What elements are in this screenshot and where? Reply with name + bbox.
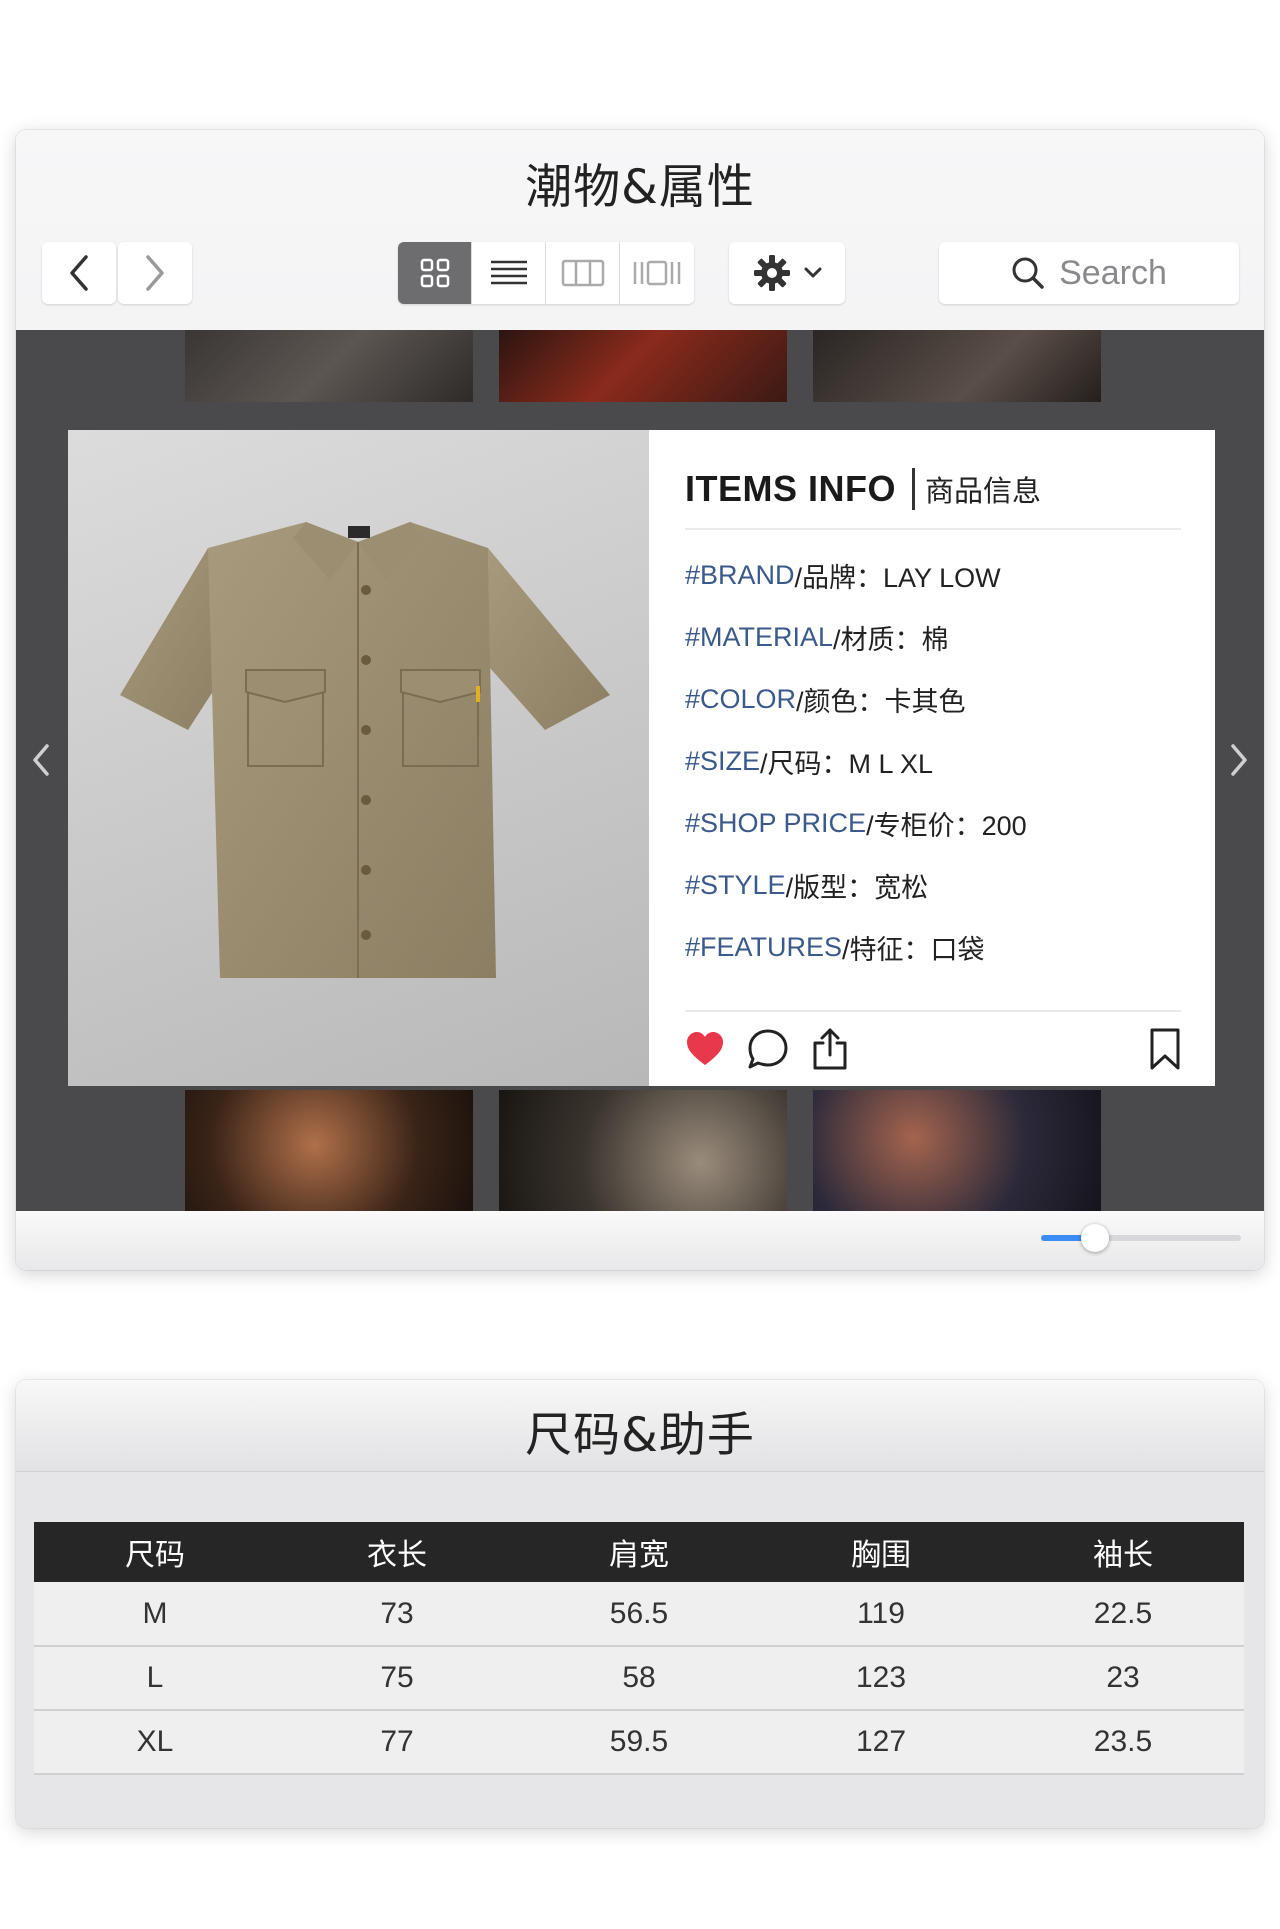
product-window: 潮物&属性 Search ITEMS INFO 商品信息 #BRAND /品牌：… [16, 130, 1264, 1270]
table-cell: 58 [518, 1646, 760, 1711]
grid-view-button[interactable] [398, 242, 472, 304]
gallery-thumbnail[interactable] [813, 1090, 1101, 1211]
share-icon[interactable] [811, 1027, 849, 1071]
attribute-row: #SIZE/尺码：M L XL [685, 730, 1181, 792]
table-cell: XL [34, 1710, 276, 1775]
attribute-key[interactable]: #SHOP PRICE [685, 808, 866, 839]
gear-icon [754, 255, 790, 291]
attribute-row: #STYLE/版型：宽松 [685, 854, 1181, 916]
chevron-left-icon [33, 744, 49, 776]
comment-icon[interactable] [747, 1028, 789, 1070]
attribute-row: #MATERIAL/材质：棉 [685, 606, 1181, 668]
chevron-right-icon [1231, 744, 1247, 776]
heart-icon[interactable] [685, 1031, 725, 1067]
gallery-thumbnail[interactable] [499, 330, 787, 402]
table-row: XL 77 59.5 127 23.5 [34, 1710, 1244, 1775]
size-window: 尺码&助手 尺码 衣长 肩宽 胸围 袖长 M 73 56.5 119 22.5 … [16, 1380, 1264, 1828]
table-cell: 119 [760, 1582, 1002, 1647]
attribute-key[interactable]: #SIZE [685, 746, 760, 777]
table-cell: 59.5 [518, 1710, 760, 1775]
attribute-key[interactable]: #BRAND [685, 560, 795, 591]
table-row: L 75 58 123 23 [34, 1646, 1244, 1711]
table-cell: 23.5 [1002, 1710, 1244, 1775]
items-info-header: ITEMS INFO 商品信息 [685, 468, 1181, 530]
list-view-icon [490, 260, 527, 285]
table-cell: L [34, 1646, 276, 1711]
gallery-content: ITEMS INFO 商品信息 #BRAND/品牌：LAY LOW #MATER… [16, 330, 1264, 1211]
attribute-row: #BRAND/品牌：LAY LOW [685, 544, 1181, 606]
column-view-button[interactable] [546, 242, 620, 304]
next-item-button[interactable] [1224, 730, 1254, 790]
search-input[interactable]: Search [939, 242, 1239, 304]
gallery-thumbnail[interactable] [499, 1090, 787, 1211]
table-cell: 23 [1002, 1646, 1244, 1711]
zoom-slider-knob[interactable] [1081, 1224, 1109, 1252]
product-image [68, 430, 649, 1086]
table-cell: M [34, 1582, 276, 1647]
table-header-row: 尺码 衣长 肩宽 胸围 袖长 [34, 1522, 1244, 1582]
column-header: 衣长 [276, 1522, 518, 1582]
zoom-slider[interactable] [1041, 1224, 1241, 1252]
chevron-left-icon [70, 255, 88, 291]
attribute-value: /品牌：LAY LOW [794, 562, 1001, 593]
chevron-down-icon [804, 267, 822, 278]
items-info-panel: ITEMS INFO 商品信息 #BRAND/品牌：LAY LOW #MATER… [649, 430, 1215, 1086]
nav-buttons [42, 242, 192, 304]
table-cell: 127 [760, 1710, 1002, 1775]
window-title: 潮物&属性 [525, 160, 755, 215]
size-table: 尺码 衣长 肩宽 胸围 袖长 M 73 56.5 119 22.5 L 75 5… [34, 1522, 1244, 1775]
previous-item-button[interactable] [26, 730, 56, 790]
gallery-thumbnail[interactable] [813, 330, 1101, 402]
attribute-key[interactable]: #FEATURES [685, 932, 842, 963]
attribute-key[interactable]: #MATERIAL [685, 622, 833, 653]
gallery-thumbnail[interactable] [185, 330, 473, 402]
column-header: 胸围 [760, 1522, 1002, 1582]
column-view-icon [561, 259, 604, 287]
forward-button[interactable] [118, 242, 192, 304]
attribute-row: #FEATURES/特征：口袋 [685, 916, 1181, 978]
product-card: ITEMS INFO 商品信息 #BRAND/品牌：LAY LOW #MATER… [68, 430, 1215, 1086]
shirt-image [120, 522, 610, 978]
attribute-row: #COLOR/颜色：卡其色 [685, 668, 1181, 730]
column-header: 尺码 [34, 1522, 276, 1582]
bookmark-icon[interactable] [1149, 1027, 1181, 1071]
search-placeholder: Search [1059, 253, 1167, 292]
card-actions [685, 1010, 1181, 1086]
list-view-button[interactable] [472, 242, 546, 304]
view-mode-switcher [398, 242, 694, 304]
table-cell: 22.5 [1002, 1582, 1244, 1647]
table-cell: 56.5 [518, 1582, 760, 1647]
column-header: 肩宽 [518, 1522, 760, 1582]
table-cell: 77 [276, 1710, 518, 1775]
window-footer [16, 1211, 1264, 1270]
attribute-key[interactable]: #COLOR [685, 684, 796, 715]
attribute-value: /版型：宽松 [785, 872, 929, 903]
grid-view-icon [420, 258, 449, 288]
window-title: 尺码&助手 [525, 1408, 755, 1463]
attribute-value: /材质：棉 [833, 624, 949, 655]
attribute-value: /颜色：卡其色 [796, 686, 966, 717]
items-info-title: ITEMS INFO [685, 468, 896, 509]
gallery-thumbnail[interactable] [185, 1090, 473, 1211]
attribute-key[interactable]: #STYLE [685, 870, 786, 901]
attribute-row: #SHOP PRICE/专柜价：200 [685, 792, 1181, 854]
size-window-header: 尺码&助手 [16, 1380, 1264, 1472]
table-row: M 73 56.5 119 22.5 [34, 1582, 1244, 1647]
table-cell: 123 [760, 1646, 1002, 1711]
back-button[interactable] [42, 242, 116, 304]
attribute-value: /特征：口袋 [842, 934, 985, 965]
column-header: 袖长 [1002, 1522, 1244, 1582]
settings-button[interactable] [729, 242, 845, 304]
attribute-value: /尺码：M L XL [760, 748, 934, 779]
gallery-view-icon [633, 260, 681, 286]
items-info-subtitle: 商品信息 [912, 468, 1041, 510]
attribute-list: #BRAND/品牌：LAY LOW #MATERIAL/材质：棉 #COLOR /… [685, 544, 1181, 978]
table-cell: 75 [276, 1646, 518, 1711]
gallery-view-button[interactable] [620, 242, 694, 304]
attribute-value: /专柜价：200 [866, 810, 1027, 841]
chevron-right-icon [146, 255, 164, 291]
search-icon [1012, 257, 1044, 289]
table-cell: 73 [276, 1582, 518, 1647]
